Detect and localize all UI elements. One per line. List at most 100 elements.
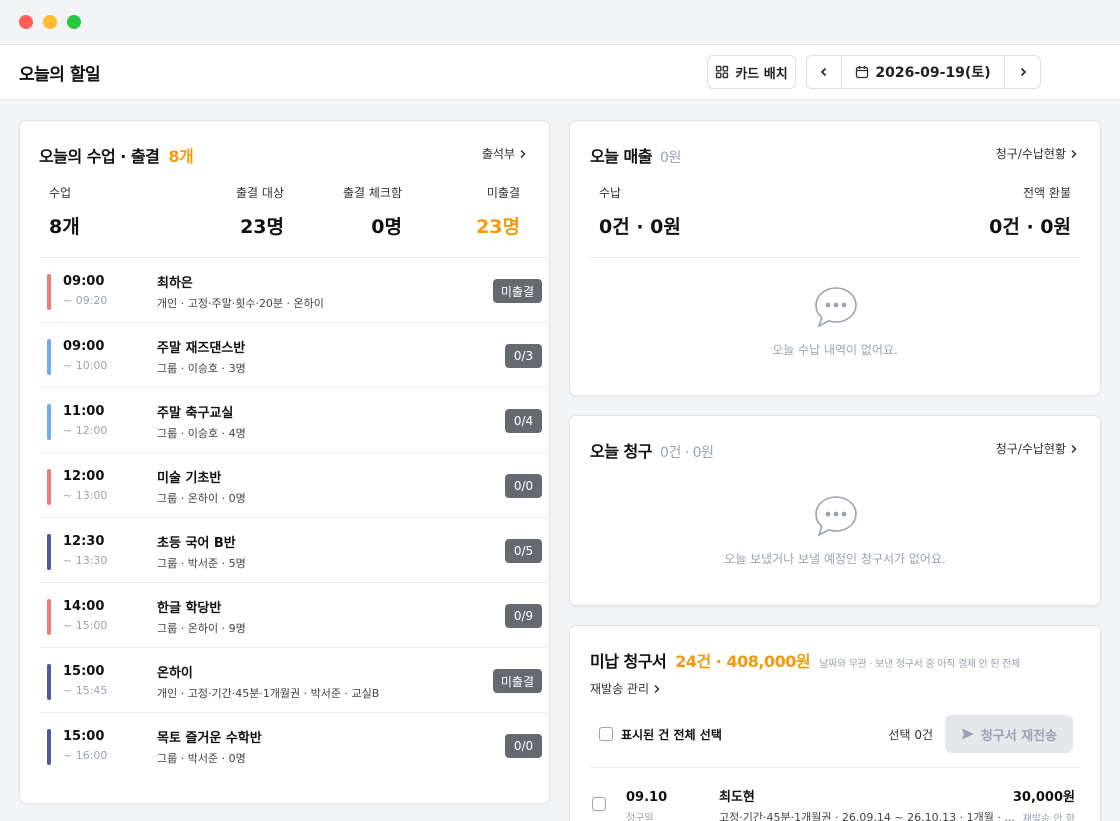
unpaid-invoice-row[interactable]: 09.10 청구일 최도현 고정·기간·45분·1개월권 · 26.09.14 … [590, 768, 1082, 821]
class-end-time: ~ 12:00 [63, 424, 108, 437]
stat-classes-label: 수업 [49, 186, 72, 200]
class-description: 그룹 · 박서준 · 0명 [157, 752, 246, 765]
invoice-student-name: 최도현 [719, 790, 755, 805]
billing-status-link-label: 청구/수납현황 [995, 147, 1066, 161]
class-name: 미술 기초반 [157, 471, 222, 486]
window-minimize-button[interactable] [43, 15, 57, 29]
attendance-badge: 0/9 [505, 604, 542, 628]
billing-status-link[interactable]: 청구/수납현황 [996, 440, 1078, 457]
class-color-bar [47, 404, 51, 440]
billing-status-link[interactable]: 청구/수납현황 [996, 145, 1078, 162]
attendance-badge: 0/3 [505, 344, 542, 368]
class-end-time: ~ 10:00 [63, 359, 108, 372]
card-layout-button[interactable]: 카드 배치 [707, 55, 796, 89]
class-row[interactable]: 14:00 ~ 15:00 한글 학당반 그룹 · 온하이 · 9명 0/9 [40, 582, 549, 647]
invoice-amount: 30,000원 [1012, 790, 1075, 805]
attendance-badge: 미출결 [492, 669, 542, 693]
invoice-description: 고정·기간·45분·1개월권 · 26.09.14 ~ 26.10.13 · 1… [719, 811, 1015, 821]
class-description: 개인 · 고정·주말·횟수·20분 · 온하이 [157, 297, 324, 310]
class-start-time: 14:00 [63, 599, 105, 614]
page-title: 오늘의 할일 [19, 65, 101, 85]
select-all-checkbox[interactable] [599, 727, 613, 741]
class-description: 그룹 · 이승호 · 4명 [157, 427, 246, 440]
class-start-time: 15:00 [63, 664, 105, 679]
class-end-time: ~ 15:00 [63, 619, 108, 632]
card-layout-label: 카드 배치 [735, 66, 788, 82]
sales-amount: 0원 [660, 150, 681, 166]
class-end-time: ~ 15:45 [63, 684, 108, 697]
invoice-card-title-text: 오늘 청구 [590, 442, 652, 461]
stat-unchecked-value: 23명 [476, 216, 520, 238]
invoice-row-checkbox[interactable] [592, 797, 606, 811]
chevron-right-icon [654, 684, 660, 693]
chevron-right-icon [1071, 444, 1077, 453]
class-name: 최하은 [157, 276, 193, 291]
selected-count: 선택 0건 [888, 728, 933, 742]
unpaid-card-title-text: 미납 청구서 [590, 652, 667, 671]
invoice-empty-message: 오늘 보냈거나 보낼 예정인 청구서가 없어요. [724, 552, 946, 566]
calendar-icon [856, 66, 869, 79]
class-color-bar [47, 339, 51, 375]
class-name: 목토 즐거운 수학반 [157, 731, 262, 746]
stat-checked-value: 0명 [371, 216, 402, 238]
classes-attendance-card: 오늘의 수업 · 출결 8개 출석부 수업 8개 출결 대상 23명 출결 체크… [19, 120, 550, 804]
class-end-time: ~ 13:00 [63, 489, 108, 502]
resend-manage-link[interactable]: 재발송 관리 [590, 680, 661, 697]
current-date: 2026-09-19(토) [875, 65, 991, 81]
class-end-time: ~ 16:00 [63, 749, 108, 762]
sales-divider [590, 257, 1080, 258]
stat-classes-value: 8개 [49, 216, 80, 238]
class-end-time: ~ 13:30 [63, 554, 108, 567]
class-row[interactable]: 15:00 ~ 16:00 목토 즐거운 수학반 그룹 · 박서준 · 0명 0… [40, 712, 549, 777]
window-close-button[interactable] [19, 15, 33, 29]
unpaid-summary: 24건 · 408,000원 [675, 652, 811, 671]
next-date-button[interactable] [1005, 56, 1040, 88]
unpaid-hint: 날짜와 무관 · 보낸 청구서 중 아직 결제 안 된 전체 [819, 659, 1020, 670]
invoice-card-title: 오늘 청구 0건 · 0원 [590, 438, 714, 462]
classes-card-title-text: 오늘의 수업 · 출결 [39, 147, 160, 166]
received-label: 수납 [599, 186, 622, 200]
resend-invoice-button[interactable]: 청구서 재전송 [945, 715, 1073, 753]
class-description: 그룹 · 온하이 · 9명 [157, 622, 246, 635]
page-header: 오늘의 할일 카드 배치 2026-09-19(토) [0, 45, 1120, 100]
chevron-right-icon [1020, 67, 1026, 77]
attendance-book-link-label: 출석부 [481, 147, 515, 161]
class-start-time: 12:30 [63, 534, 105, 549]
attendance-book-link[interactable]: 출석부 [482, 145, 527, 162]
class-row[interactable]: 11:00 ~ 12:00 주말 축구교실 그룹 · 이승호 · 4명 0/4 [40, 387, 549, 452]
class-color-bar [47, 729, 51, 765]
window-zoom-button[interactable] [67, 15, 81, 29]
class-color-bar [47, 274, 51, 310]
class-start-time: 09:00 [63, 274, 105, 289]
stat-checked-label: 출결 체크함 [342, 186, 402, 200]
date-navigator: 2026-09-19(토) [806, 55, 1041, 89]
chevron-left-icon [820, 67, 827, 77]
prev-date-button[interactable] [807, 56, 842, 88]
class-row[interactable]: 09:00 ~ 09:20 최하은 개인 · 고정·주말·횟수·20분 · 온하… [40, 257, 549, 322]
select-all-label: 표시된 건 전체 선택 [621, 728, 722, 742]
class-row[interactable]: 12:30 ~ 13:30 초등 국어 B반 그룹 · 박서준 · 5명 0/5 [40, 517, 549, 582]
class-row[interactable]: 15:00 ~ 15:45 온하이 개인 · 고정·기간·45분·1개월권 · … [40, 647, 549, 712]
attendance-badge: 0/4 [505, 409, 542, 433]
class-row[interactable]: 09:00 ~ 10:00 주말 재즈댄스반 그룹 · 이승호 · 3명 0/3 [40, 322, 549, 387]
class-start-time: 09:00 [63, 339, 105, 354]
window-titlebar [0, 0, 1120, 45]
unpaid-card-title: 미납 청구서 24건 · 408,000원 날짜와 무관 · 보낸 청구서 중 … [590, 648, 1020, 672]
class-row[interactable]: 12:00 ~ 13:00 미술 기초반 그룹 · 온하이 · 0명 0/0 [40, 452, 549, 517]
class-name: 한글 학당반 [157, 601, 222, 616]
class-color-bar [47, 599, 51, 635]
class-start-time: 12:00 [63, 469, 105, 484]
class-end-time: ~ 09:20 [63, 294, 108, 307]
date-picker-button[interactable]: 2026-09-19(토) [842, 56, 1005, 88]
invoice-date-label: 청구일 [626, 813, 654, 821]
attendance-badge: 0/5 [505, 539, 542, 563]
invoice-date: 09.10 [626, 790, 668, 805]
sales-card-title-text: 오늘 매출 [590, 147, 652, 166]
class-description: 그룹 · 온하이 · 0명 [157, 492, 246, 505]
resend-manage-label: 재발송 관리 [590, 682, 650, 696]
today-sales-card: 오늘 매출 0원 청구/수납현황 수납 0건 · 0원 전액 환불 0건 · 0… [569, 120, 1101, 396]
class-description: 그룹 · 박서준 · 5명 [157, 557, 246, 570]
class-start-time: 15:00 [63, 729, 105, 744]
today-invoice-card: 오늘 청구 0건 · 0원 청구/수납현황 오늘 보냈거나 보낼 예정인 청구서… [569, 415, 1101, 606]
class-name: 주말 재즈댄스반 [157, 341, 246, 356]
